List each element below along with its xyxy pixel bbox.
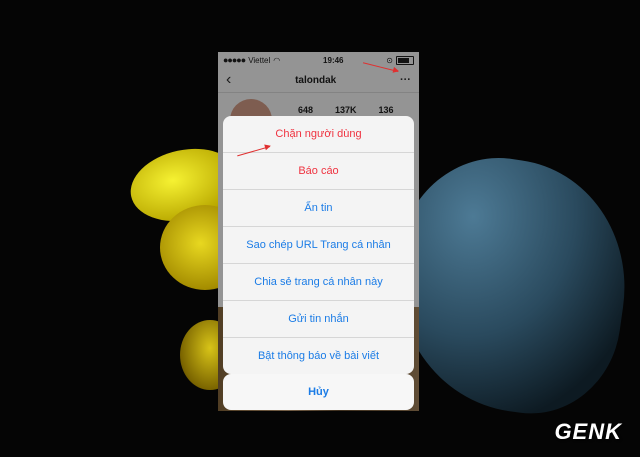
share-profile-button[interactable]: Chia sẻ trang cá nhân này [223,263,414,300]
hide-story-button[interactable]: Ẩn tin [223,189,414,226]
phone-screenshot: ●●●●● Viettel ◠ 19:46 ⊙ ‹ talondak ··· 6… [218,52,419,411]
genk-watermark-logo: GENK [554,419,622,444]
send-message-button[interactable]: Gửi tin nhắn [223,300,414,337]
block-user-button[interactable]: Chặn người dùng [223,116,414,152]
copy-profile-url-button[interactable]: Sao chép URL Trang cá nhân [223,226,414,263]
cancel-button[interactable]: Hủy [223,374,414,410]
turn-on-post-notifications-button[interactable]: Bật thông báo về bài viết [223,337,414,374]
action-sheet: Chặn người dùng Báo cáo Ẩn tin Sao chép … [223,116,414,374]
report-button[interactable]: Báo cáo [223,152,414,189]
